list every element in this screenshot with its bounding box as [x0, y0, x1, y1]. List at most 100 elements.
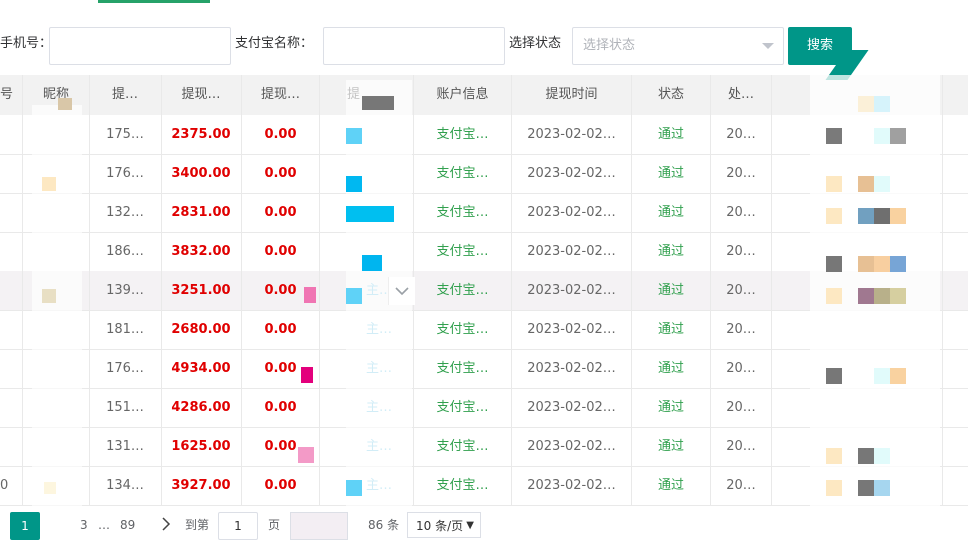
page-size-value: 10 条/页 [416, 519, 464, 533]
cell-account[interactable]: 支付宝… [414, 193, 511, 232]
cell-handled: 20… [726, 478, 756, 493]
th-fee: 提现… [260, 87, 300, 102]
cell-phone: 175… [106, 127, 144, 142]
cell-amount: 2680.00 [171, 322, 231, 337]
cell-amount: 4934.00 [171, 361, 231, 376]
chevron-down-icon [395, 287, 409, 296]
cell-phone: 186… [106, 244, 144, 259]
cell-handled: 20… [726, 205, 756, 220]
cell-time: 2023-02-02… [527, 361, 616, 376]
next-page-button[interactable] [158, 514, 174, 534]
alipay-name-label: 支付宝名称： [235, 36, 314, 51]
cell-amount: 3251.00 [171, 283, 231, 298]
cell-phone: 139… [106, 283, 144, 298]
total-count: 86 条 [368, 518, 400, 532]
page-last[interactable]: 89 [120, 511, 135, 539]
page-current[interactable]: 1 [10, 512, 40, 540]
cell-status: 通过 [657, 439, 684, 454]
chevron-down-icon [762, 43, 774, 49]
th-time: 提现时间 [545, 87, 598, 102]
status-label: 选择状态 [509, 36, 562, 51]
cell-time: 2023-02-02… [527, 244, 616, 259]
cell-amount: 2831.00 [171, 205, 231, 220]
cell-fee: 0.00 [264, 205, 297, 220]
status-select[interactable]: 选择状态 [572, 27, 784, 65]
row-expand-toggle[interactable] [388, 277, 415, 305]
cell-amount: 2375.00 [171, 127, 231, 142]
cell-status: 通过 [657, 478, 684, 493]
cell-account[interactable]: 支付宝… [414, 271, 511, 310]
cell-time: 2023-02-02… [527, 439, 616, 454]
cell-phone: 131… [106, 439, 144, 454]
cell-status: 通过 [657, 283, 684, 298]
cell-phone: 134… [106, 478, 144, 493]
cell-account[interactable]: 支付宝… [414, 310, 511, 349]
cell-phone: 132… [106, 205, 144, 220]
cell-fee: 0.00 [264, 478, 297, 493]
chevron-right-icon [162, 517, 171, 531]
phone-label: 手机号： [0, 36, 53, 51]
caret-down-icon: ▼ [466, 520, 474, 531]
cell-account[interactable]: 支付宝… [414, 466, 511, 505]
cell-time: 2023-02-02… [527, 478, 616, 493]
cell-time: 2023-02-02… [527, 166, 616, 181]
cell-fee: 0.00 [264, 127, 297, 142]
goto-label: 到第 [185, 518, 210, 532]
cell-status: 通过 [657, 322, 684, 337]
goto-confirm-button[interactable] [290, 512, 348, 540]
cell-phone: 181… [106, 322, 144, 337]
cell-handled: 20… [726, 127, 756, 142]
th-amount: 提现… [181, 87, 221, 102]
cell-handled: 20… [726, 322, 756, 337]
page-size-select[interactable]: 10 条/页 ▼ [407, 512, 481, 538]
cell-amount: 3832.00 [171, 244, 231, 259]
cell-handled: 20… [726, 400, 756, 415]
th-phone: 提… [111, 87, 138, 102]
cell-account[interactable]: 支付宝… [414, 154, 511, 193]
th-status: 状态 [657, 87, 684, 102]
cell-account[interactable]: 支付宝… [414, 115, 511, 154]
cell-phone: 176… [106, 361, 144, 376]
cell-phone: 176… [106, 166, 144, 181]
cell-status: 通过 [657, 361, 684, 376]
cell-time: 2023-02-02… [527, 400, 616, 415]
cell-amount: 3927.00 [171, 478, 231, 493]
cell-status: 通过 [657, 205, 684, 220]
cell-account[interactable]: 支付宝… [414, 388, 511, 427]
cell-time: 2023-02-02… [527, 322, 616, 337]
cell-amount: 3400.00 [171, 166, 231, 181]
cell-account[interactable]: 支付宝… [414, 349, 511, 388]
cell-status: 通过 [657, 400, 684, 415]
cell-id: 0 [0, 478, 8, 493]
page-3[interactable]: 3 [80, 511, 88, 539]
cell-status: 通过 [657, 244, 684, 259]
cell-status: 通过 [657, 127, 684, 142]
cell-time: 2023-02-02… [527, 283, 616, 298]
phone-input[interactable] [49, 27, 231, 65]
cell-amount: 4286.00 [171, 400, 231, 415]
cell-time: 2023-02-02… [527, 205, 616, 220]
cell-fee: 0.00 [264, 322, 297, 337]
cell-handled: 20… [726, 361, 756, 376]
obscured-thumb [362, 96, 394, 110]
th-id: 号 [0, 87, 14, 102]
status-select-placeholder: 选择状态 [583, 38, 636, 53]
cell-account[interactable]: 支付宝… [414, 232, 511, 271]
goto-page-input[interactable]: 1 [218, 512, 258, 540]
cell-time: 2023-02-02… [527, 127, 616, 142]
cell-fee: 0.00 [264, 400, 297, 415]
active-tab-indicator [98, 0, 210, 3]
alipay-name-input[interactable] [323, 27, 505, 65]
page-unit: 页 [268, 518, 281, 532]
cell-phone: 151… [106, 400, 144, 415]
cell-account[interactable]: 支付宝… [414, 427, 511, 466]
cell-handled: 20… [726, 283, 756, 298]
th-account: 账户信息 [436, 87, 489, 102]
cell-status: 通过 [657, 166, 684, 181]
cell-handled: 20… [726, 439, 756, 454]
cell-fee: 0.00 [264, 166, 297, 181]
cell-handled: 20… [726, 166, 756, 181]
cell-amount: 1625.00 [171, 439, 231, 454]
cell-handled: 20… [726, 244, 756, 259]
page-ellipsis: … [98, 518, 110, 532]
